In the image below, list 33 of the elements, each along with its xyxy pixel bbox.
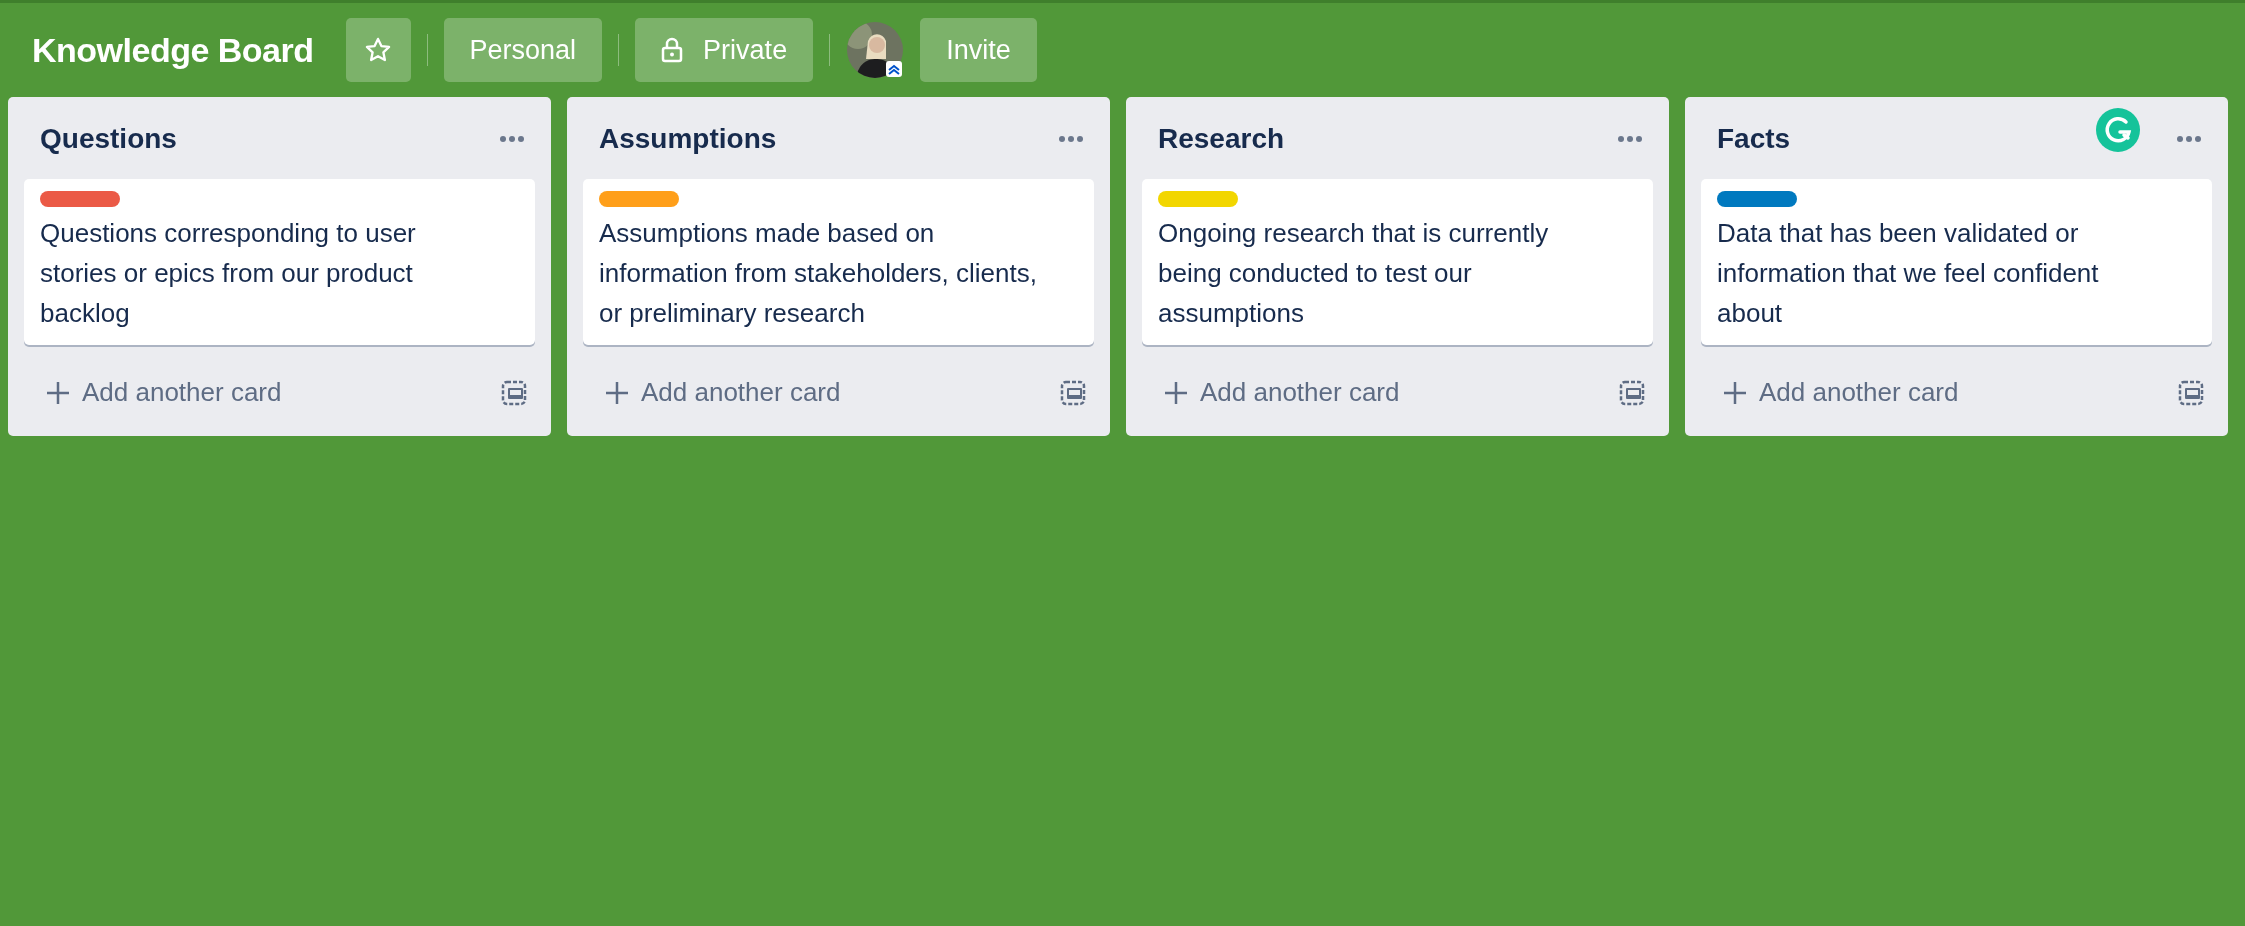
template-icon[interactable] bbox=[1060, 379, 1086, 406]
more-icon[interactable] bbox=[2176, 135, 2202, 143]
template-icon[interactable] bbox=[501, 379, 527, 406]
more-icon[interactable] bbox=[1617, 135, 1643, 143]
plus-icon bbox=[1723, 380, 1747, 405]
card[interactable]: Data that has been validated or information that we feel confident about bbox=[1701, 179, 2212, 345]
card-text: Questions corresponding to user stories or epics from our product backlog bbox=[40, 217, 417, 330]
add-card-button[interactable]: Add another card bbox=[1164, 377, 1400, 408]
add-card-button[interactable]: Add another card bbox=[605, 377, 841, 408]
card-text: Ongoing research that is currently being conducted to test our assumptions bbox=[1158, 217, 1550, 330]
more-icon[interactable] bbox=[499, 135, 525, 143]
plus-icon bbox=[605, 380, 629, 405]
card-text: Data that has been validated or information that we feel confident about bbox=[1717, 217, 2100, 330]
template-icon[interactable] bbox=[2178, 379, 2204, 406]
list-title[interactable]: Research bbox=[1158, 123, 1285, 155]
add-card-button[interactable]: Add another card bbox=[1723, 377, 1959, 408]
card[interactable]: Ongoing research that is currently being conducted to test our assumptions bbox=[1142, 179, 1653, 345]
more-icon[interactable] bbox=[1058, 135, 1084, 143]
list-title[interactable]: Facts bbox=[1717, 123, 1791, 155]
list-title[interactable]: Assumptions bbox=[599, 123, 777, 155]
template-icon[interactable] bbox=[1619, 379, 1645, 406]
add-card-button[interactable]: Add another card bbox=[46, 377, 282, 408]
board-title: Knowledge Board bbox=[32, 30, 314, 70]
card[interactable]: Assumptions made based on information from stakeholders, clients, or preliminary research bbox=[583, 179, 1094, 345]
star-icon bbox=[364, 36, 393, 64]
star-button[interactable] bbox=[345, 18, 411, 82]
grammarly-icon[interactable] bbox=[2095, 107, 2141, 153]
card[interactable]: Questions corresponding to user stories or epics from our product backlog bbox=[24, 179, 535, 345]
lock-icon bbox=[661, 37, 684, 63]
plus-icon bbox=[1164, 380, 1188, 405]
card-text: Assumptions made based on information from stakeholders, clients, or preliminary research bbox=[599, 217, 1038, 330]
list-title[interactable]: Questions bbox=[40, 123, 177, 155]
plus-icon bbox=[46, 380, 70, 405]
